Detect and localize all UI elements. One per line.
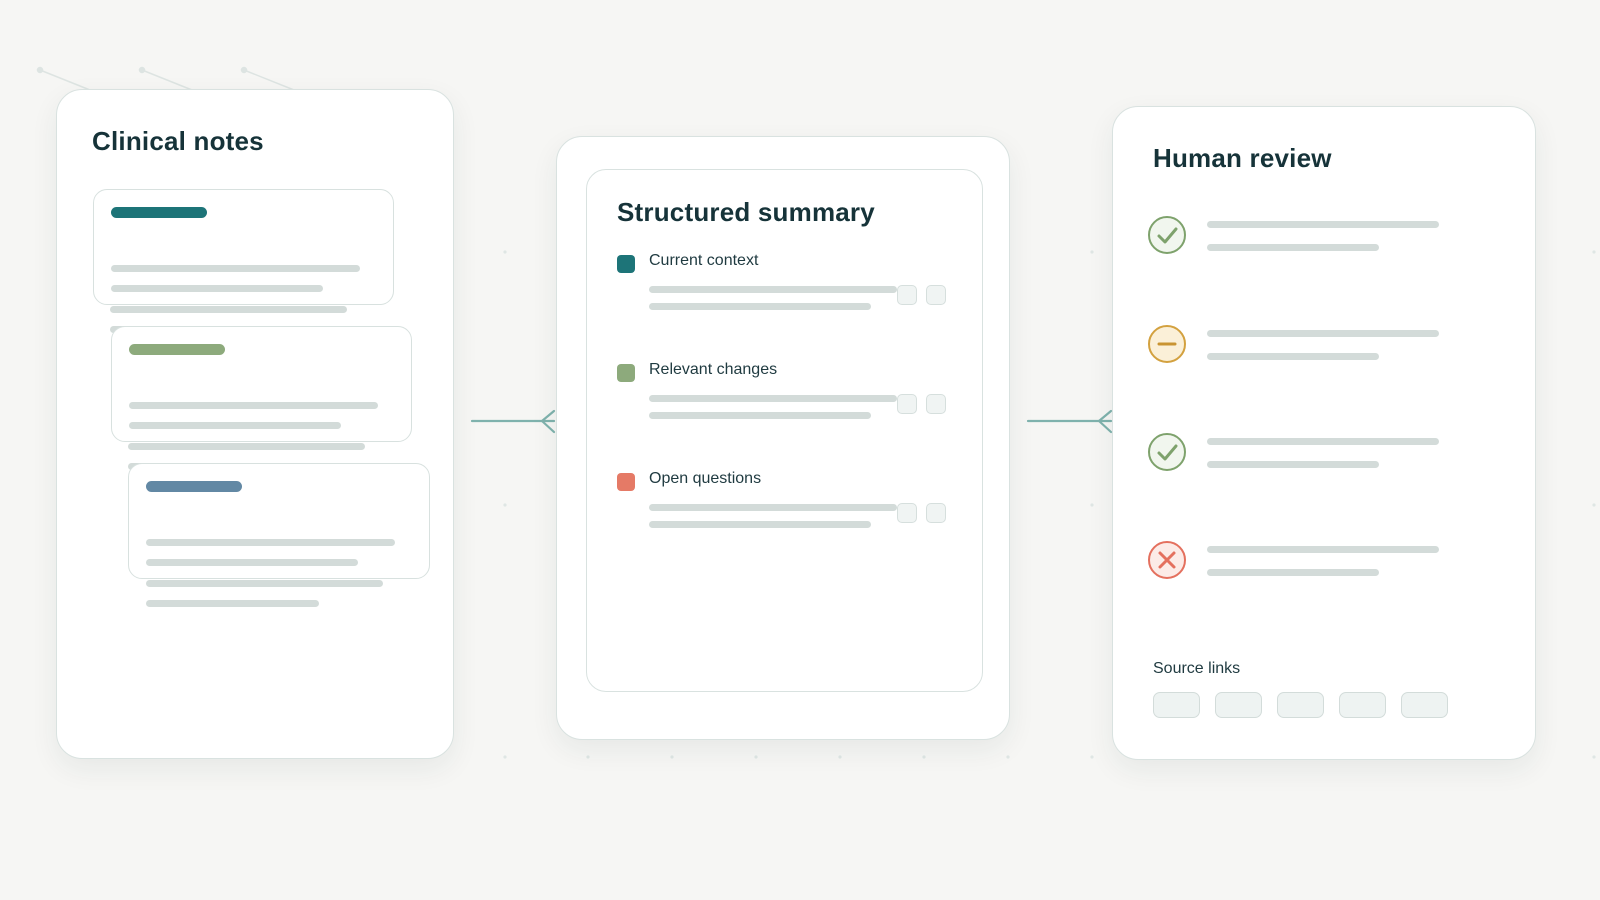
summary-card: Structured summary Current context Relev… bbox=[586, 169, 983, 692]
text-line bbox=[649, 504, 897, 511]
text-line bbox=[649, 286, 897, 293]
text-line bbox=[129, 402, 378, 409]
section-label: Relevant changes bbox=[649, 361, 778, 378]
section-color-marker bbox=[617, 473, 635, 491]
note-card-2[interactable] bbox=[111, 326, 412, 442]
section-label: Current context bbox=[649, 252, 759, 269]
source-link-chip-3[interactable] bbox=[1277, 692, 1324, 718]
text-line bbox=[1207, 353, 1379, 360]
review-item-4[interactable] bbox=[1147, 540, 1467, 580]
text-line bbox=[649, 303, 871, 310]
text-line bbox=[129, 422, 341, 429]
review-item-1[interactable] bbox=[1147, 215, 1467, 255]
note-tag bbox=[146, 481, 242, 492]
text-line bbox=[1207, 244, 1379, 251]
check-circle-icon bbox=[1148, 433, 1186, 471]
text-line bbox=[1207, 461, 1379, 468]
clinical-notes-title: Clinical notes bbox=[92, 126, 264, 156]
check-circle-icon bbox=[1148, 216, 1186, 254]
summary-section-open-questions[interactable]: Open questions bbox=[617, 470, 947, 540]
text-line bbox=[1207, 330, 1439, 337]
text-line bbox=[649, 521, 871, 528]
text-line bbox=[111, 285, 323, 292]
review-item-2[interactable] bbox=[1147, 324, 1467, 364]
text-line bbox=[128, 443, 365, 450]
section-color-marker bbox=[617, 255, 635, 273]
text-line bbox=[146, 580, 383, 587]
source-link-chip-4[interactable] bbox=[1339, 692, 1386, 718]
text-line bbox=[1207, 221, 1439, 228]
source-links-label: Source links bbox=[1153, 660, 1241, 677]
human-review-panel: Human review Source links bbox=[1112, 106, 1536, 760]
structured-summary-title: Structured summary bbox=[617, 197, 875, 227]
clinical-notes-panel: Clinical notes bbox=[56, 89, 454, 759]
source-link-chip-5[interactable] bbox=[1401, 692, 1448, 718]
text-line bbox=[649, 412, 871, 419]
section-color-marker bbox=[617, 364, 635, 382]
note-tag bbox=[111, 207, 207, 218]
note-card-1[interactable] bbox=[93, 189, 394, 305]
minus-circle-icon bbox=[1148, 325, 1186, 363]
summary-section-relevant-changes[interactable]: Relevant changes bbox=[617, 361, 947, 431]
source-link-chip-2[interactable] bbox=[1215, 692, 1262, 718]
text-line bbox=[1207, 438, 1439, 445]
text-line bbox=[146, 539, 395, 546]
source-chip[interactable] bbox=[897, 503, 917, 523]
text-line bbox=[111, 265, 360, 272]
source-chip[interactable] bbox=[926, 503, 946, 523]
note-card-3[interactable] bbox=[128, 463, 430, 579]
source-chip[interactable] bbox=[926, 394, 946, 414]
source-link-chip-1[interactable] bbox=[1153, 692, 1200, 718]
source-chip[interactable] bbox=[897, 394, 917, 414]
summary-section-current-context[interactable]: Current context bbox=[617, 252, 947, 322]
source-chip[interactable] bbox=[926, 285, 946, 305]
section-label: Open questions bbox=[649, 470, 762, 487]
source-chip[interactable] bbox=[897, 285, 917, 305]
note-tag bbox=[129, 344, 225, 355]
text-line bbox=[146, 600, 319, 607]
text-line bbox=[110, 306, 347, 313]
review-item-3[interactable] bbox=[1147, 432, 1467, 472]
structured-summary-panel: Structured summary Current context Relev… bbox=[556, 136, 1010, 740]
human-review-title: Human review bbox=[1153, 143, 1332, 173]
text-line bbox=[1207, 569, 1379, 576]
text-line bbox=[1207, 546, 1439, 553]
text-line bbox=[146, 559, 358, 566]
text-line bbox=[649, 395, 897, 402]
x-circle-icon bbox=[1148, 541, 1186, 579]
